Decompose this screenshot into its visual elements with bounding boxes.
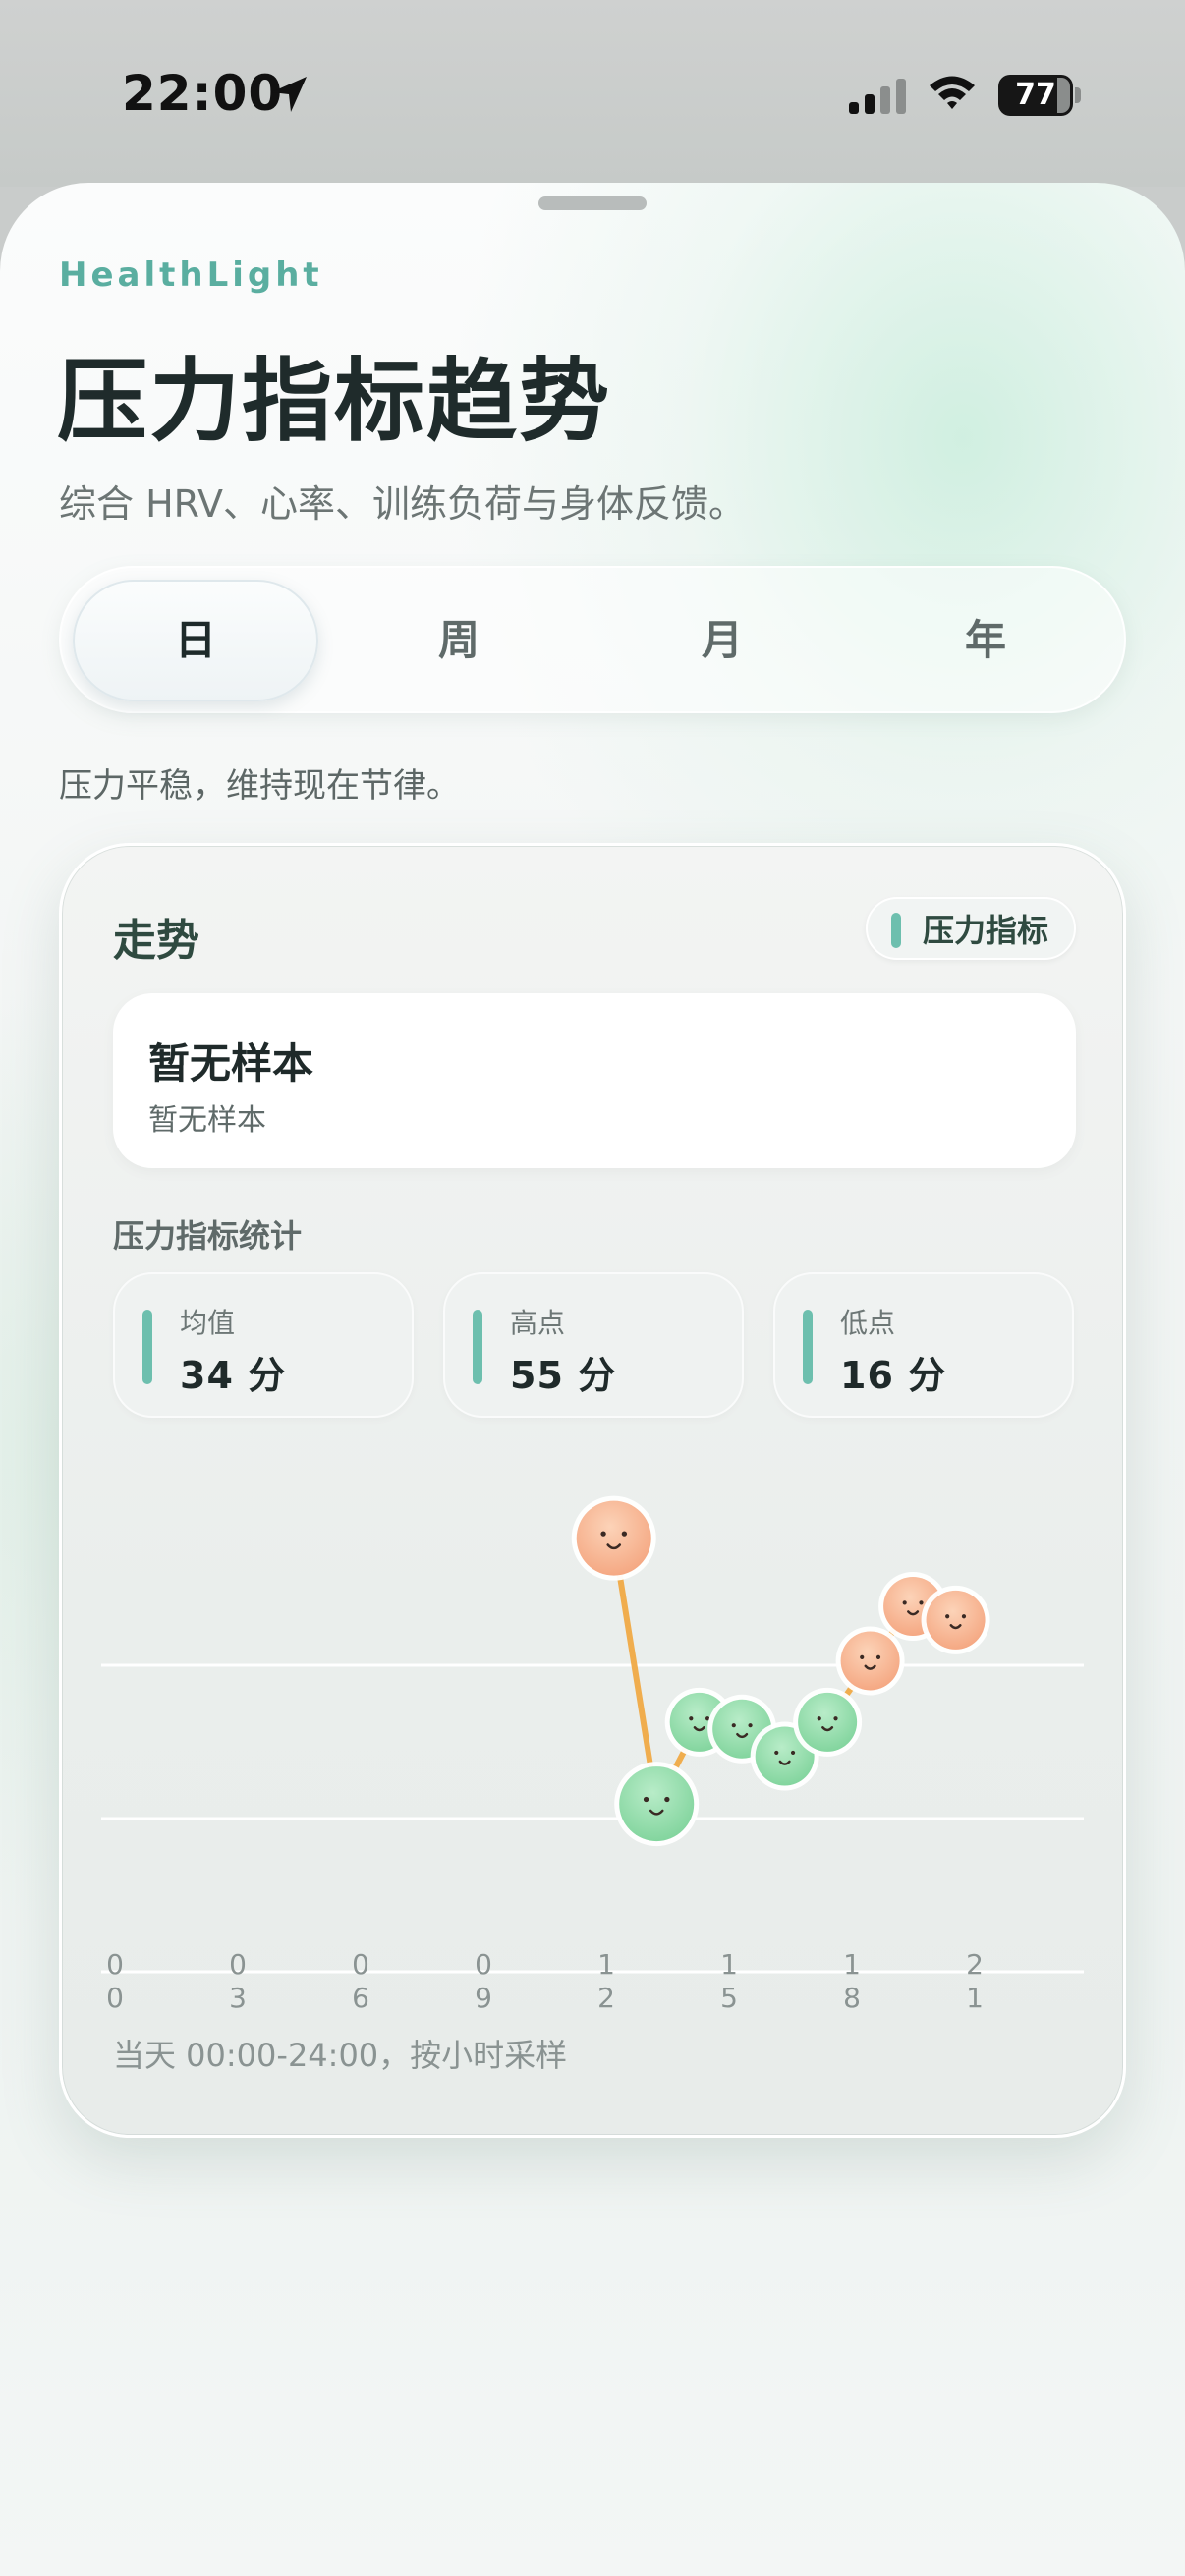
page-title: 压力指标趋势 (57, 349, 612, 454)
face-eye (689, 1716, 694, 1721)
tab-day[interactable]: 日 (73, 580, 318, 701)
face-eye (875, 1654, 881, 1659)
x-tick-label: 21 (966, 1948, 984, 2014)
face-eye (945, 1614, 950, 1619)
face-eye (664, 1796, 670, 1803)
battery-level: 77 (1015, 78, 1056, 112)
face-eye (919, 1600, 924, 1605)
stress-trend-chart: 0 0 0 3 0 6 0 9 1 2 1 5 1 8 2 1 (101, 1495, 1084, 2014)
battery-icon: 77 (998, 75, 1081, 116)
data-point-high (835, 1626, 905, 1696)
status-time: 22:00 (122, 65, 284, 122)
bottom-sheet: HealthLight 压力指标趋势 综合 HRV、心率、训练负荷与身体反馈。 … (0, 183, 1185, 2576)
point-face (926, 1590, 986, 1650)
tab-week[interactable]: 周 (336, 580, 582, 701)
x-tick-label: 00 (106, 1948, 124, 2014)
x-tick-label: 18 (843, 1948, 861, 2014)
face-eye (817, 1716, 821, 1721)
face-eye (774, 1750, 779, 1756)
tab-month[interactable]: 月 (599, 580, 845, 701)
brand-label: HealthLight (59, 255, 323, 295)
point-face (619, 1766, 695, 1842)
wifi-icon (930, 76, 975, 109)
face-eye (643, 1796, 649, 1803)
sheet-grabber[interactable] (538, 196, 647, 210)
point-face (576, 1500, 651, 1576)
face-eye (961, 1614, 967, 1619)
face-eye (833, 1716, 838, 1721)
trend-card: 走势 压力指标 暂无样本 暂无样本 压力指标统计 均值 34 分 高点 55 分… (59, 843, 1126, 2138)
face-eye (790, 1750, 796, 1756)
face-eye (860, 1654, 865, 1659)
page-subtitle: 综合 HRV、心率、训练负荷与身体反馈。 (59, 482, 746, 526)
tab-year[interactable]: 年 (863, 580, 1108, 701)
location-arrow-icon (271, 77, 307, 112)
x-tick-label: 15 (720, 1948, 738, 2014)
x-tick-label: 06 (352, 1948, 369, 2014)
status-bar: 22:00 77 (0, 0, 1185, 187)
x-tick-label: 03 (229, 1948, 247, 2014)
cellular-signal-icon (849, 79, 906, 114)
face-eye (902, 1600, 907, 1605)
face-eye (731, 1723, 736, 1728)
stress-status-message: 压力平稳，维持现在节律。 (59, 766, 460, 806)
face-eye (748, 1723, 753, 1728)
x-tick-label: 09 (475, 1948, 492, 2014)
data-point-high (921, 1585, 990, 1654)
data-point-low (614, 1762, 700, 1847)
period-segmented-control: 日 周 月 年 (59, 566, 1126, 713)
data-point-high (571, 1495, 656, 1581)
point-face (798, 1692, 858, 1752)
chart-caption: 当天 00:00-24:00，按小时采样 (113, 2037, 568, 2074)
data-point-low (793, 1687, 863, 1757)
face-eye (600, 1531, 606, 1537)
x-tick-label: 12 (597, 1948, 615, 2014)
face-eye (621, 1531, 628, 1537)
point-face (840, 1631, 900, 1691)
